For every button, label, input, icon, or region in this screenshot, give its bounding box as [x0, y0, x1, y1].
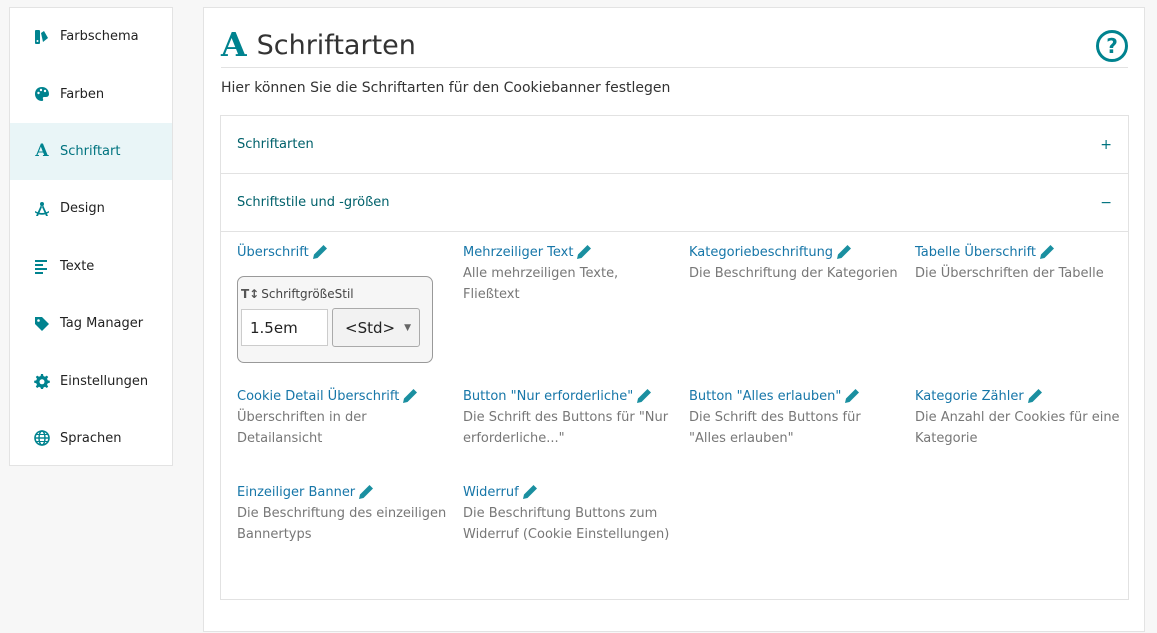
style-item-title[interactable]: Mehrzeiliger Text — [463, 244, 673, 260]
chevron-down-icon: ▼ — [404, 323, 411, 333]
style-item-title[interactable]: Kategorie Zähler — [915, 388, 1125, 404]
sidebar-item-design[interactable]: Design — [10, 180, 172, 237]
pencil-icon[interactable] — [844, 388, 860, 404]
style-item: Cookie Detail Überschrift Überschriften … — [237, 388, 447, 449]
style-item-description: Die Beschriftung Buttons zum Widerruf (C… — [463, 506, 670, 542]
style-item-description: Die Beschriftung der Kategorien — [689, 266, 898, 281]
tag-icon — [34, 316, 50, 332]
style-item-label: Button "Nur erforderliche" — [463, 388, 634, 404]
sidebar: Farbschema Farben A Schriftart Design Te… — [9, 7, 173, 466]
sidebar-item-label: Texte — [60, 258, 95, 274]
sidebar-item-farbschema[interactable]: Farbschema — [10, 8, 172, 65]
sidebar-item-label: Einstellungen — [60, 373, 149, 389]
expand-icon[interactable]: + — [1100, 137, 1112, 153]
style-item-title[interactable]: Cookie Detail Überschrift — [237, 388, 447, 404]
sidebar-item-label: Schriftart — [60, 143, 121, 159]
style-item-description: Die Beschriftung des einzeiligen Bannert… — [237, 506, 447, 542]
font-style-select-value: <Std> — [345, 318, 396, 337]
palette-icon — [34, 86, 50, 102]
font-style-editor: T↕ Schriftgröße Stil <Std> ▼ — [237, 276, 433, 363]
page-header: A Schriftarten ? — [221, 28, 1128, 68]
pencil-icon[interactable] — [402, 388, 418, 404]
style-item-label: Cookie Detail Überschrift — [237, 388, 400, 404]
style-item: Kategorie Zähler Die Anzahl der Cookies … — [915, 388, 1125, 449]
pencil-icon[interactable] — [636, 388, 652, 404]
style-item: Mehrzeiliger Text Alle mehrzeiligen Text… — [463, 244, 673, 305]
page-title: Schriftarten — [256, 30, 416, 61]
sidebar-item-label: Tag Manager — [60, 316, 144, 332]
editor-labels: T↕ Schriftgröße Stil — [241, 287, 354, 301]
accordion-label: Schriftstile und -größen — [237, 195, 390, 210]
style-item-title[interactable]: Überschrift — [237, 244, 447, 260]
accordion-label: Schriftarten — [237, 137, 314, 152]
gear-icon — [34, 373, 50, 390]
pencil-icon[interactable] — [576, 244, 592, 260]
accordion-header-schriftarten[interactable]: Schriftarten + — [221, 116, 1128, 174]
pencil-icon[interactable] — [1027, 388, 1043, 404]
help-icon[interactable]: ? — [1096, 30, 1128, 62]
sidebar-item-sprachen[interactable]: Sprachen — [10, 410, 172, 467]
swatches-icon — [34, 29, 50, 45]
style-item-label: Überschrift — [237, 244, 309, 260]
style-item: Einzeiliger Banner Die Beschriftung des … — [237, 484, 447, 545]
align-left-icon — [34, 258, 50, 275]
style-item-title[interactable]: Kategoriebeschriftung — [689, 244, 899, 260]
style-item: Kategoriebeschriftung Die Beschriftung d… — [689, 244, 899, 284]
sidebar-item-einstellungen[interactable]: Einstellungen — [10, 352, 172, 409]
sidebar-item-label: Farbschema — [60, 29, 139, 45]
style-item-description: Überschriften in der Detailansicht — [237, 410, 367, 446]
sidebar-item-tag-manager[interactable]: Tag Manager — [10, 295, 172, 352]
style-item-title[interactable]: Button "Nur erforderliche" — [463, 388, 673, 404]
font-size-input[interactable] — [241, 309, 328, 346]
style-item-description: Die Anzahl der Cookies für eine Kategori… — [915, 410, 1120, 446]
font-size-label: Schriftgröße — [261, 287, 335, 301]
style-item-description: Die Überschriften der Tabelle — [915, 266, 1104, 281]
main-panel: A Schriftarten ? Hier können Sie die Sch… — [203, 7, 1145, 632]
style-item-description: Alle mehrzeiligen Texte, Fließtext — [463, 266, 619, 302]
style-item-title[interactable]: Einzeiliger Banner — [237, 484, 447, 500]
pencil-icon[interactable] — [312, 244, 328, 260]
sidebar-item-label: Sprachen — [60, 430, 122, 446]
style-item-description: Die Schrift des Buttons für "Nur erforde… — [463, 410, 669, 446]
style-item-label: Widerruf — [463, 484, 519, 500]
style-item-label: Tabelle Überschrift — [915, 244, 1037, 260]
font-style-select[interactable]: <Std> ▼ — [332, 308, 420, 347]
sidebar-item-texte[interactable]: Texte — [10, 238, 172, 295]
style-item: Button "Nur erforderliche" Die Schrift d… — [463, 388, 673, 449]
sidebar-item-label: Design — [60, 201, 105, 217]
text-height-icon: T↕ — [241, 287, 260, 301]
collapse-icon[interactable]: − — [1100, 195, 1112, 211]
style-item-label: Mehrzeiliger Text — [463, 244, 574, 260]
pencil-icon[interactable] — [1039, 244, 1055, 260]
pencil-icon[interactable] — [358, 484, 374, 500]
style-item-label: Einzeiliger Banner — [237, 484, 356, 500]
drafting-compass-icon — [34, 201, 50, 217]
font-accordion: Schriftarten + Schriftstile und -größen … — [220, 115, 1129, 600]
style-item-title[interactable]: Widerruf — [463, 484, 673, 500]
accordion-header-schriftstile[interactable]: Schriftstile und -größen − — [221, 174, 1128, 232]
font-icon: A — [221, 25, 247, 64]
style-item-label: Kategorie Zähler — [915, 388, 1024, 404]
sidebar-item-farben[interactable]: Farben — [10, 65, 172, 122]
pencil-icon[interactable] — [522, 484, 538, 500]
font-style-label: Stil — [334, 287, 354, 301]
page-subtitle: Hier können Sie die Schriftarten für den… — [221, 80, 671, 96]
style-item-title[interactable]: Button "Alles erlauben" — [689, 388, 899, 404]
sidebar-item-schriftart[interactable]: A Schriftart — [10, 122, 172, 181]
style-item-title[interactable]: Tabelle Überschrift — [915, 244, 1125, 260]
style-item: Tabelle Überschrift Die Überschriften de… — [915, 244, 1125, 284]
style-item-description: Die Schrift des Buttons für "Alles erlau… — [689, 410, 861, 446]
style-item: Button "Alles erlauben" Die Schrift des … — [689, 388, 899, 449]
globe-icon — [34, 430, 50, 447]
style-item: Überschrift — [237, 244, 447, 260]
style-item-label: Kategoriebeschriftung — [689, 244, 834, 260]
font-icon: A — [35, 141, 49, 162]
pencil-icon[interactable] — [836, 244, 852, 260]
style-item: Widerruf Die Beschriftung Buttons zum Wi… — [463, 484, 673, 545]
style-item-label: Button "Alles erlauben" — [689, 388, 842, 404]
sidebar-item-label: Farben — [60, 86, 105, 102]
